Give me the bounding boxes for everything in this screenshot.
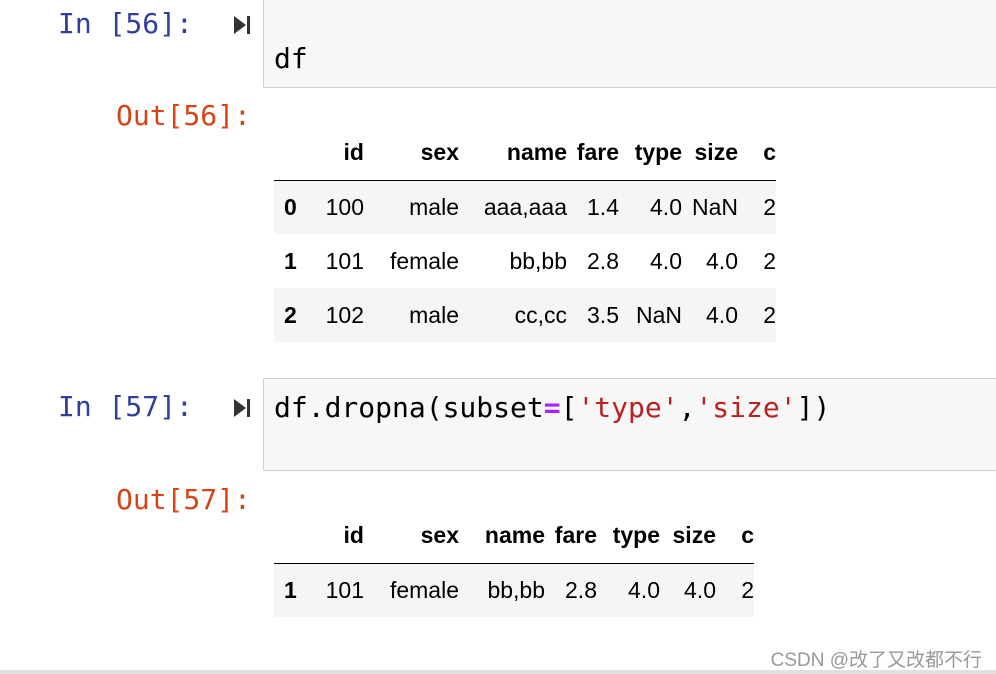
column-header: fare — [567, 126, 619, 181]
table-cell: 2 — [763, 193, 776, 220]
column-header: type — [597, 509, 660, 564]
column-header: name — [459, 509, 545, 564]
input-prompt: In [56]: — [58, 7, 193, 40]
output-prompt: Out[56]: — [116, 99, 251, 132]
table-cell: 4.0 — [650, 193, 682, 220]
code-token: 'type' — [577, 391, 679, 424]
table-cell: female — [389, 247, 459, 274]
output-prompt: Out[57]: — [116, 483, 251, 516]
code-token: 'size' — [695, 391, 797, 424]
column-header: sex — [364, 126, 459, 181]
column-header: size — [660, 509, 716, 564]
run-cell-icon[interactable] — [231, 396, 253, 420]
table-cell: bb,bb — [509, 247, 567, 274]
row-index: 1 — [284, 576, 297, 603]
row-index: 0 — [284, 193, 297, 220]
column-header: type — [619, 126, 682, 181]
column-header: size — [682, 126, 738, 181]
table-header-row: id sex name fare type size c — [274, 509, 754, 564]
table-cell: 2.8 — [565, 576, 597, 603]
table-cell: female — [389, 576, 459, 603]
column-header: name — [459, 126, 567, 181]
table-cell: 4.0 — [628, 576, 660, 603]
table-cell: 100 — [325, 193, 364, 220]
column-header: fare — [545, 509, 597, 564]
code-input-cell[interactable]: df.dropna(subset=['type','size']) — [263, 378, 996, 471]
column-header: id — [314, 509, 364, 564]
row-index: 1 — [284, 247, 297, 274]
column-header: sex — [364, 509, 459, 564]
column-header: c — [716, 509, 754, 564]
code-token: ]) — [796, 391, 831, 424]
code-token: [ — [560, 391, 578, 424]
table-cell: male — [409, 301, 459, 328]
column-header: id — [314, 126, 364, 181]
table-cell: 4.0 — [684, 576, 716, 603]
code-line: df.dropna(subset=['type','size']) — [274, 394, 830, 422]
column-header — [274, 509, 314, 564]
column-header — [274, 126, 314, 181]
dataframe-table: id sex name fare type size c 1 101 female bb,bb 2.8… — [274, 509, 754, 617]
table-cell: 2.8 — [587, 247, 619, 274]
table-cell: male — [409, 193, 459, 220]
table-cell: 2 — [763, 247, 776, 274]
table-cell: NaN — [635, 301, 682, 328]
table-cell: 3.5 — [587, 301, 619, 328]
table-header-row: id sex name fare type size c — [274, 126, 776, 181]
table-cell: 101 — [325, 576, 364, 603]
table-cell: 2 — [741, 576, 754, 603]
code-token: = — [543, 391, 561, 424]
table-cell: 4.0 — [650, 247, 682, 274]
table-cell: 1.4 — [587, 193, 619, 220]
table-cell: 4.0 — [706, 247, 738, 274]
code-token: , — [678, 391, 696, 424]
table-cell: 101 — [325, 247, 364, 274]
table-cell: 4.0 — [706, 301, 738, 328]
code-token: df — [274, 42, 308, 75]
run-cell-icon[interactable] — [231, 13, 253, 37]
table-cell: aaa,aaa — [483, 193, 567, 220]
table-row: 0 100 male aaa,aaa 1.4 4.0 NaN 2 — [274, 180, 776, 234]
table-cell: cc,cc — [514, 301, 567, 328]
code-token: df.dropna(subset — [274, 391, 544, 424]
input-prompt: In [57]: — [58, 390, 193, 423]
table-cell: bb,bb — [487, 576, 545, 603]
table-row: 1 101 female bb,bb 2.8 4.0 4.0 2 — [274, 234, 776, 288]
row-index: 2 — [284, 301, 297, 328]
table-cell: 102 — [325, 301, 364, 328]
dataframe-table: id sex name fare type size c 0 100 male aaa,aaa 1.4… — [274, 126, 776, 342]
code-input-cell[interactable]: df — [263, 0, 996, 88]
code-line: df — [274, 45, 308, 73]
table-cell: 2 — [763, 301, 776, 328]
horizontal-scrollbar[interactable] — [0, 670, 996, 674]
table-row: 1 101 female bb,bb 2.8 4.0 4.0 2 — [274, 563, 754, 617]
table-row: 2 102 male cc,cc 3.5 NaN 4.0 2 — [274, 288, 776, 342]
watermark: CSDN @改了又改都不行 — [770, 650, 982, 671]
column-header: c — [738, 126, 776, 181]
table-cell: NaN — [691, 193, 738, 220]
